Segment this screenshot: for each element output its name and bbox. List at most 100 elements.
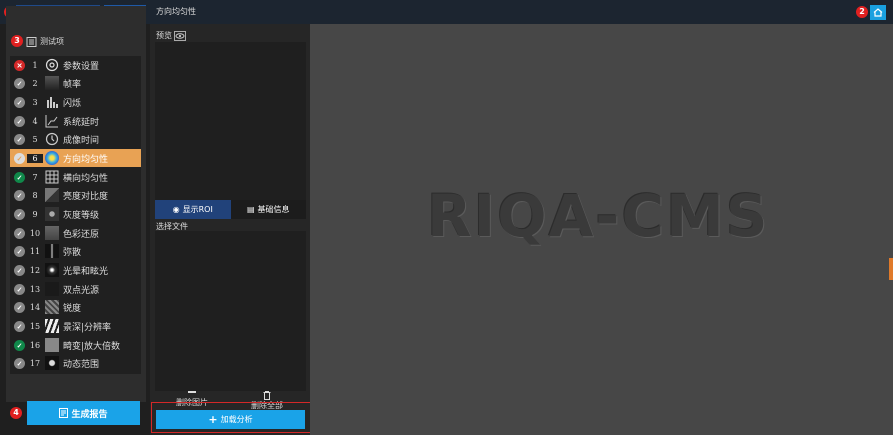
test-item-dynamic-range[interactable]: ✓ 17 动态范围 [10, 354, 141, 372]
item-label: 帧率 [63, 79, 82, 90]
check-icon: ✓ [14, 171, 25, 183]
test-item-latency[interactable]: ✓ 4 系统延时 [10, 112, 141, 130]
item-number: 2 [32, 78, 38, 88]
check-icon: ✓ [14, 357, 25, 369]
home-button[interactable] [870, 5, 886, 20]
distortion-thumb-icon [45, 338, 59, 352]
item-label: 光晕和眩光 [63, 266, 109, 277]
preview-header: 预览 [156, 30, 186, 41]
item-number: 5 [32, 134, 38, 144]
check-icon: ✓ [14, 152, 25, 164]
item-label: 闪烁 [63, 98, 82, 109]
item-number: 15 [29, 321, 41, 331]
generate-report-label: 生成报告 [71, 409, 108, 420]
generate-report-button[interactable]: 生成报告 [27, 401, 140, 425]
item-label: 色彩还原 [63, 229, 100, 240]
item-number: 10 [29, 228, 41, 238]
side-drawer-handle[interactable] [889, 258, 893, 280]
check-icon: ✓ [14, 227, 25, 239]
line-chart-icon [45, 115, 58, 128]
check-icon: ✓ [14, 283, 25, 295]
check-icon: ✓ [14, 208, 25, 220]
framerate-thumb-icon [45, 76, 59, 90]
test-item-directional-uniformity[interactable]: ✓ 6 方向均匀性 [10, 149, 141, 167]
test-panel-header: 3 测试项 [6, 30, 146, 52]
item-number: 16 [29, 340, 41, 350]
test-item-color-reproduction[interactable]: ✓ 10 色彩还原 [10, 224, 141, 242]
check-icon: ✓ [14, 320, 25, 332]
callout-badge-2: 2 [856, 6, 868, 18]
check-icon: ✓ [14, 339, 25, 351]
test-item-distortion[interactable]: ✓ 16 畸变|放大倍数 [10, 336, 141, 354]
item-number: 6 [27, 153, 43, 163]
item-label: 系统延时 [63, 117, 100, 128]
item-number: 13 [29, 284, 41, 294]
item-number: 12 [29, 265, 41, 275]
item-number: 4 [32, 116, 38, 126]
tab-label: 基础信息 [257, 205, 290, 214]
item-label: 动态范围 [63, 359, 100, 370]
item-number: 9 [32, 209, 38, 219]
test-item-halo-glare[interactable]: ✓ 12 光晕和眩光 [10, 261, 141, 279]
trash-icon [263, 391, 271, 400]
item-number: 3 [32, 97, 38, 107]
contrast-thumb-icon [45, 188, 59, 202]
tab-label: 显示ROI [182, 205, 213, 214]
item-number: 11 [29, 246, 41, 256]
test-item-contrast[interactable]: ✓ 8 亮度对比度 [10, 186, 141, 204]
item-label: 方向均匀性 [63, 154, 109, 165]
grayscale-thumb-icon [45, 207, 59, 221]
item-label: 灰度等级 [63, 210, 100, 221]
clipboard-icon [26, 36, 37, 47]
callout-badge-3: 3 [11, 35, 23, 47]
test-item-depth-resolution[interactable]: ✓ 15 景深|分辨率 [10, 317, 141, 335]
check-icon: ✓ [14, 264, 25, 276]
item-label: 弥散 [63, 247, 82, 258]
minus-icon [188, 391, 196, 393]
resolution-thumb-icon [45, 319, 59, 333]
sharpness-thumb-icon [45, 300, 59, 314]
item-label: 畸变|放大倍数 [63, 341, 121, 352]
load-analysis-label: 加载分析 [220, 415, 253, 424]
item-label: 双点光源 [63, 285, 100, 296]
watermark-logo: RIQA-CMS [427, 182, 770, 250]
uniformity-heatmap-icon [45, 151, 59, 165]
item-number: 17 [29, 358, 41, 368]
test-panel-title: 测试项 [40, 36, 64, 46]
test-item-list: ✕ 1 参数设置 ✓ 2 帧率 ✓ 3 闪烁 ✓ 4 系统延时 ✓ 5 成像时间… [10, 56, 141, 374]
grid-icon [45, 170, 59, 184]
check-icon: ✓ [14, 245, 25, 257]
color-chart-thumb-icon [45, 226, 59, 240]
test-item-lateral-uniformity[interactable]: ✓ 7 横向均匀性 [10, 168, 141, 186]
item-number: 1 [32, 60, 38, 70]
file-list[interactable] [155, 231, 306, 391]
test-item-dual-point-source[interactable]: ✓ 13 双点光源 [10, 280, 141, 298]
test-item-grayscale[interactable]: ✓ 9 灰度等级 [10, 205, 141, 223]
test-item-flicker[interactable]: ✓ 3 闪烁 [10, 93, 141, 111]
test-item-imaging-time[interactable]: ✓ 5 成像时间 [10, 130, 141, 148]
test-item-diffusion[interactable]: ✓ 11 弥散 [10, 242, 141, 260]
test-item-sharpness[interactable]: ✓ 14 锐度 [10, 298, 141, 316]
clock-icon [45, 132, 59, 146]
tab-basic-info[interactable]: ▤ 基础信息 [230, 200, 306, 219]
item-label: 亮度对比度 [63, 191, 109, 202]
item-label: 参数设置 [63, 61, 100, 72]
settings-icon [45, 58, 59, 72]
eye-icon[interactable] [174, 30, 186, 41]
document-icon: ▤ [246, 205, 255, 214]
preview-label: 预览 [156, 31, 172, 40]
page-title: 方向均匀性 [156, 7, 196, 16]
check-icon: ✓ [14, 96, 25, 108]
diffusion-thumb-icon [45, 244, 59, 258]
test-item-params[interactable]: ✕ 1 参数设置 [10, 56, 141, 74]
check-icon: ✓ [14, 115, 25, 127]
item-number: 7 [32, 172, 38, 182]
eye-icon: ◉ [172, 205, 180, 214]
dynamic-range-thumb-icon [45, 356, 59, 370]
tab-show-roi[interactable]: ◉ 显示ROI [155, 200, 231, 219]
home-icon [873, 8, 883, 17]
test-item-framerate[interactable]: ✓ 2 帧率 [10, 74, 141, 92]
glare-thumb-icon [45, 263, 59, 277]
load-analysis-button[interactable]: + 加载分析 [156, 410, 305, 429]
preview-tabs: ◉ 显示ROI ▤ 基础信息 [155, 200, 306, 219]
